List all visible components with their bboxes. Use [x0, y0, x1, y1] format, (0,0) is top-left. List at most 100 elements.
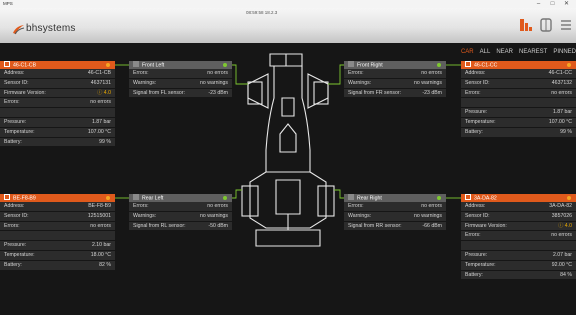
logo-swoosh-icon [13, 25, 25, 35]
sensor-card-front-left[interactable]: 46-C1-CB Address: 46-C1-CB Sensor ID: 4637… [0, 61, 115, 148]
info-row: Warnings: no warnings [344, 211, 446, 222]
receiver-icon [348, 61, 354, 67]
clock: 08:59:58 18.2.3 [246, 10, 278, 15]
warning-icon: ⓘ [97, 89, 103, 96]
info-row: Sensor ID: 4637132 [461, 78, 576, 89]
receiver-title: Rear Left [142, 195, 164, 202]
info-row: Address: BE-F8-B9 [0, 202, 115, 212]
status-dot-icon [567, 196, 571, 200]
receiver-title: Front Left [142, 62, 165, 69]
receiver-card-front-right[interactable]: Front Right Errors: no errors Warnings: no… [344, 61, 446, 99]
sensor-icon [465, 61, 471, 67]
sensor-title: BE-F8-B9 [13, 195, 36, 202]
info-row: Warnings: no warnings [129, 211, 232, 222]
info-row: Errors: no errors [129, 69, 232, 79]
spacer-row [0, 108, 115, 118]
status-dot-icon [106, 63, 110, 67]
menu-icon[interactable] [558, 17, 574, 33]
sensor-card-front-right[interactable]: 46-C1-CC Address: 46-C1-CC Sensor ID: 4637… [461, 61, 576, 138]
info-row: Pressure: 2.10 bar [0, 241, 115, 251]
info-row: Errors: no errors [129, 202, 232, 212]
info-row: Battery: 99 % [0, 137, 115, 148]
close-button[interactable]: ✕ [562, 0, 571, 8]
info-row: Battery: 84 % [461, 270, 576, 281]
status-dot-icon [106, 196, 110, 200]
info-row: Firmware Version: ⓘ 4.0 [0, 88, 115, 99]
sensor-card-rear-right[interactable]: 3A-DA-82 Address: 3A-DA-82 Sensor ID: 3857… [461, 194, 576, 281]
brand-logo: bhsystems [12, 22, 75, 36]
receiver-card-header: Front Right [344, 61, 446, 69]
info-row: Sensor ID: 12515001 [0, 211, 115, 222]
receiver-title: Rear Right [357, 195, 382, 202]
info-row: Errors: no errors [344, 202, 446, 212]
receiver-card-header: Rear Left [129, 194, 232, 202]
info-row: Signal from RR sensor: -66 dBm [344, 221, 446, 232]
spacer-row [0, 231, 115, 242]
status-dot-icon [437, 196, 441, 200]
receiver-icon [133, 194, 139, 200]
sensor-card-rear-left[interactable]: BE-F8-B9 Address: BE-F8-B9 Sensor ID: 1251… [0, 194, 115, 271]
status-dot-icon [567, 63, 571, 67]
info-row: Signal from FL sensor: -23 dBm [129, 88, 232, 99]
sensor-icon [4, 194, 10, 200]
receiver-card-rear-right[interactable]: Rear Right Errors: no errors Warnings: no … [344, 194, 446, 232]
status-dot-icon [223, 63, 227, 67]
logo-text: bhsystems [26, 23, 76, 34]
tab-near[interactable]: NEAR [496, 49, 513, 55]
info-row: Pressure: 2.07 bar [461, 250, 576, 261]
sensor-icon [465, 194, 471, 200]
info-row: Temperature: 92.00 °C [461, 260, 576, 271]
sensor-card-header: 3A-DA-82 [461, 194, 576, 202]
spacer-row [461, 98, 576, 109]
tab-all[interactable]: ALL [480, 49, 491, 55]
sensor-card-header: 46-C1-CC [461, 61, 576, 69]
sensor-title: 46-C1-CB [13, 62, 37, 69]
info-row: Temperature: 18.00 °C [0, 250, 115, 261]
info-row: Temperature: 107.00 °C [0, 127, 115, 138]
receiver-title: Front Right [357, 62, 383, 69]
status-dot-icon [223, 196, 227, 200]
sensor-card-header: BE-F8-B9 [0, 194, 115, 202]
info-row: Errors: no errors [344, 69, 446, 79]
info-row: Warnings: no warnings [344, 78, 446, 89]
app-header: bhsystems 08:59:58 18.2.3 [0, 8, 576, 43]
sort-icon[interactable] [518, 17, 534, 33]
info-row: Temperature: 107.00 °C [461, 117, 576, 128]
info-row: Errors: no errors [0, 221, 115, 232]
receiver-card-rear-left[interactable]: Rear Left Errors: no errors Warnings: no w… [129, 194, 232, 232]
maximize-button[interactable]: □ [548, 0, 557, 8]
receiver-card-front-left[interactable]: Front Left Errors: no errors Warnings: no … [129, 61, 232, 99]
info-row: Firmware Version: ⓘ 4.0 [461, 221, 576, 232]
info-row: Errors: no errors [461, 231, 576, 242]
info-row: Errors: no errors [461, 88, 576, 99]
tab-car[interactable]: CAR [461, 49, 474, 55]
sensor-card-header: 46-C1-CB [0, 61, 115, 69]
sensor-icon [4, 61, 10, 67]
info-row: Address: 46-C1-CC [461, 69, 576, 79]
tab-pinned[interactable]: PINNED [553, 49, 576, 55]
tire-icon[interactable] [538, 17, 554, 33]
info-row: Address: 3A-DA-82 [461, 202, 576, 212]
info-row: Signal from RL sensor: -50 dBm [129, 221, 232, 232]
info-row: Address: 46-C1-CB [0, 69, 115, 79]
info-row: Sensor ID: 4637131 [0, 78, 115, 89]
tab-nearest[interactable]: NEAREST [519, 49, 547, 55]
info-row: Battery: 82 % [0, 260, 115, 271]
sensor-title: 46-C1-CC [474, 62, 498, 69]
info-row: Errors: no errors [0, 98, 115, 109]
spacer-row [461, 241, 576, 251]
app-name: MPS [3, 1, 13, 6]
minimize-button[interactable]: – [534, 0, 543, 8]
sort-tabs: CAR ALL NEAR NEAREST PINNED [461, 49, 576, 55]
info-row: Sensor ID: 3857026 [461, 211, 576, 222]
warning-icon: ⓘ [558, 222, 564, 229]
receiver-icon [348, 194, 354, 200]
receiver-card-header: Rear Right [344, 194, 446, 202]
sensor-title: 3A-DA-82 [474, 195, 497, 202]
info-row: Pressure: 1.87 bar [461, 108, 576, 118]
info-row: Warnings: no warnings [129, 78, 232, 89]
window-titlebar: MPS – □ ✕ [0, 0, 576, 8]
info-row: Battery: 99 % [461, 127, 576, 138]
receiver-card-header: Front Left [129, 61, 232, 69]
receiver-icon [133, 61, 139, 67]
